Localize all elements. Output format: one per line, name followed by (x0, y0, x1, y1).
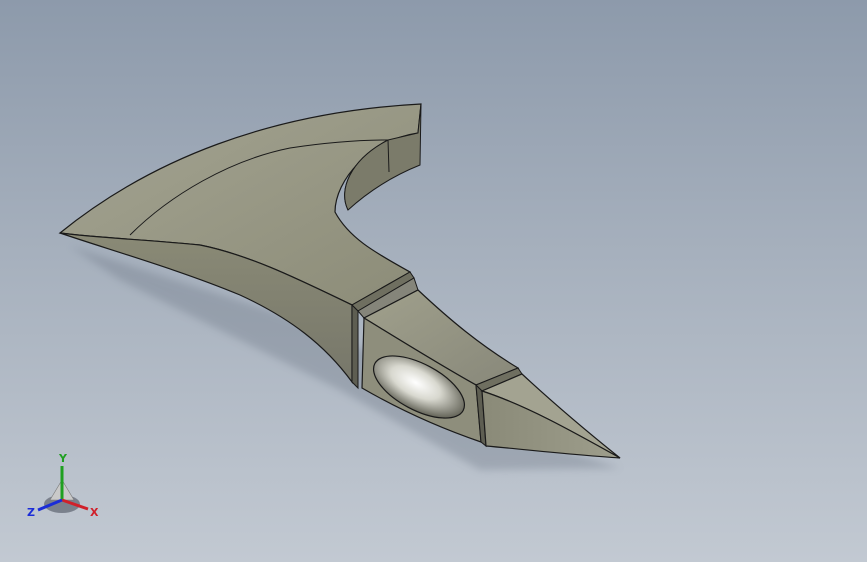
y-axis-label: Y (58, 452, 68, 465)
z-axis-label: Z (27, 506, 35, 519)
axe-head-model[interactable] (0, 0, 867, 562)
graphics-viewport[interactable]: Y X Z (0, 0, 867, 562)
orientation-triad: Y X Z (27, 452, 99, 519)
groove-ring-side-1 (351, 303, 359, 390)
x-axis-label: X (90, 506, 99, 519)
